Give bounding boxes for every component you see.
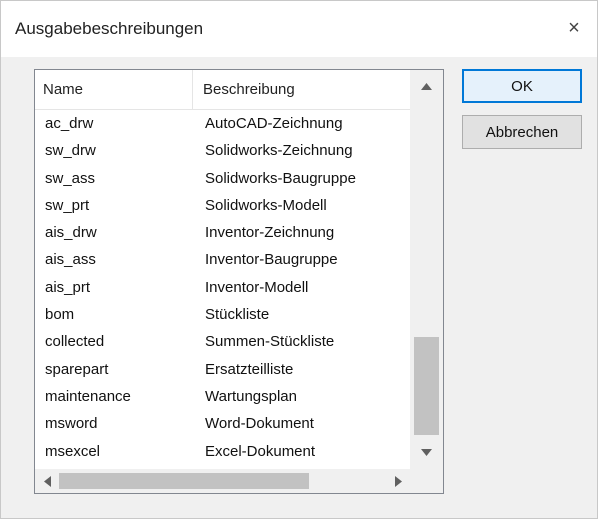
list-item[interactable]: sparepart Ersatzteilliste bbox=[35, 356, 410, 383]
item-name: ais_prt bbox=[45, 278, 91, 296]
item-description: Inventor-Modell bbox=[205, 278, 309, 296]
list-item[interactable]: ais_prt Inventor-Modell bbox=[35, 274, 410, 301]
close-icon[interactable]: × bbox=[561, 15, 587, 41]
chevron-right-icon[interactable] bbox=[386, 469, 410, 493]
vertical-scrollbar[interactable] bbox=[410, 70, 443, 469]
chevron-up-icon[interactable] bbox=[410, 70, 443, 103]
item-name: ac_drw bbox=[45, 115, 94, 132]
cancel-button[interactable]: Abbrechen bbox=[462, 115, 582, 149]
item-description: Word-Dokument bbox=[205, 415, 314, 433]
item-description: Inventor-Zeichnung bbox=[205, 224, 335, 242]
item-description: Stückliste bbox=[205, 306, 270, 324]
horizontal-scroll-thumb[interactable] bbox=[59, 473, 309, 489]
item-description: Excel-Dokument bbox=[205, 442, 316, 460]
chevron-down-icon[interactable] bbox=[410, 436, 443, 469]
item-name: ais_drw bbox=[45, 224, 97, 242]
list-item[interactable]: bom Stückliste bbox=[35, 301, 410, 328]
column-header-description[interactable]: Beschreibung bbox=[203, 70, 409, 110]
horizontal-scrollbar[interactable] bbox=[35, 469, 410, 493]
item-name: sw_drw bbox=[45, 142, 96, 160]
title-bar[interactable]: Ausgabebeschreibungen × bbox=[1, 1, 597, 57]
list-item[interactable]: maintenance Wartungsplan bbox=[35, 383, 410, 410]
item-description: Solidworks-Modell bbox=[205, 196, 327, 214]
chevron-left-icon[interactable] bbox=[35, 469, 59, 493]
item-description: Ersatzteilliste bbox=[205, 360, 294, 378]
item-description: AutoCAD-Zeichnung bbox=[205, 115, 343, 132]
item-name: sw_ass bbox=[45, 169, 96, 187]
list-item[interactable]: ais_drw Inventor-Zeichnung bbox=[35, 219, 410, 246]
item-description: Solidworks-Zeichnung bbox=[205, 142, 353, 160]
scrollbar-corner bbox=[410, 469, 443, 493]
column-header-name[interactable]: Name bbox=[43, 70, 193, 110]
item-name: bom bbox=[45, 306, 75, 324]
list-item[interactable]: sw_ass Solidworks-Baugruppe bbox=[35, 165, 410, 192]
list-item[interactable]: ais_ass Inventor-Baugruppe bbox=[35, 246, 410, 273]
item-description: Solidworks-Baugruppe bbox=[205, 169, 356, 187]
list-rows: ac_drw AutoCAD-Zeichnung sw_drw Solidworks-… bbox=[35, 110, 410, 465]
dialog-title: Ausgabebeschreibungen bbox=[15, 19, 204, 38]
item-name: maintenance bbox=[45, 387, 131, 405]
ok-button[interactable]: OK bbox=[462, 69, 582, 103]
list-item[interactable]: msexcel Excel-Dokument bbox=[35, 438, 410, 465]
list-item[interactable]: collected Summen-Stückliste bbox=[35, 328, 410, 355]
list-header: Name Beschreibung bbox=[35, 70, 410, 110]
list-item[interactable]: sw_drw Solidworks-Zeichnung bbox=[35, 137, 410, 164]
dialog-window: Ausgabebeschreibungen × Name Beschreibun… bbox=[0, 0, 598, 519]
item-description: Wartungsplan bbox=[205, 387, 297, 405]
item-name: msexcel bbox=[45, 442, 101, 460]
item-description: Summen-Stückliste bbox=[205, 333, 335, 351]
output-descriptions-list[interactable]: Name Beschreibung ac_drw AutoCAD-Zeichnun… bbox=[34, 69, 444, 494]
list-item[interactable]: msword Word-Dokument bbox=[35, 410, 410, 437]
item-name: collected bbox=[45, 333, 105, 351]
list-item[interactable]: sw_prt Solidworks-Modell bbox=[35, 192, 410, 219]
item-name: ais_ass bbox=[45, 251, 96, 269]
item-name: msword bbox=[45, 415, 98, 433]
list-item[interactable]: ac_drw AutoCAD-Zeichnung bbox=[35, 110, 410, 137]
item-name: sw_prt bbox=[45, 196, 90, 214]
item-description: Inventor-Baugruppe bbox=[205, 251, 338, 269]
item-name: sparepart bbox=[45, 360, 109, 378]
vertical-scroll-thumb[interactable] bbox=[414, 337, 439, 435]
